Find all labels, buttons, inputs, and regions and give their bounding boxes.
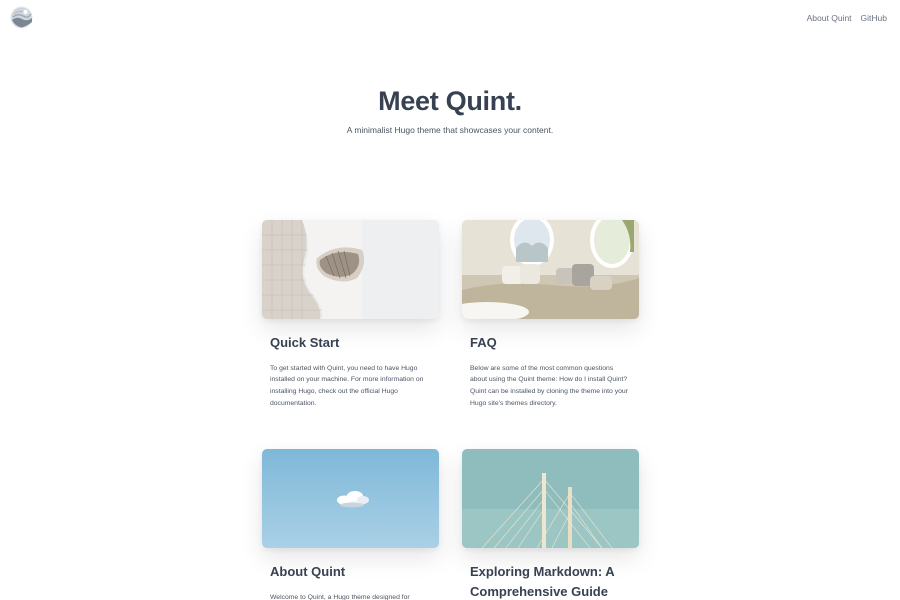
post-excerpt: Welcome to Quint, a Hugo theme designed … — [270, 593, 410, 600]
top-nav: About Quint GitHub — [807, 13, 887, 23]
post-image-bridge-pylons[interactable] — [462, 449, 639, 548]
nav-link-github[interactable]: GitHub — [861, 13, 887, 23]
post-title[interactable]: Quick Start — [262, 333, 439, 353]
post-image-blue-sky-cloud[interactable] — [262, 449, 439, 548]
post-title[interactable]: Exploring Markdown: A Comprehensive Guid… — [462, 562, 639, 600]
nav-link-about-quint[interactable]: About Quint — [807, 13, 852, 23]
post-card: Quick Start To get started with Quint, y… — [262, 220, 439, 410]
post-card: FAQ Below are some of the most common qu… — [462, 220, 639, 410]
post-card: About Quint Welcome to Quint, a Hugo the… — [262, 449, 439, 600]
post-image-lounge-interior[interactable] — [462, 220, 639, 319]
post-image-curved-white-architecture[interactable] — [262, 220, 439, 319]
hero-title: Meet Quint. — [378, 86, 522, 116]
quint-logo-icon[interactable] — [10, 6, 33, 29]
hero-subtitle: A minimalist Hugo theme that showcases y… — [346, 125, 554, 135]
post-title[interactable]: About Quint — [262, 562, 439, 582]
post-excerpt: To get started with Quint, you need to h… — [270, 364, 424, 407]
post-excerpt: Below are some of the most common questi… — [470, 364, 628, 407]
page: About Quint GitHub Meet Quint. A minimal… — [0, 0, 900, 600]
post-card: Exploring Markdown: A Comprehensive Guid… — [462, 449, 639, 600]
post-title[interactable]: FAQ — [462, 333, 639, 353]
